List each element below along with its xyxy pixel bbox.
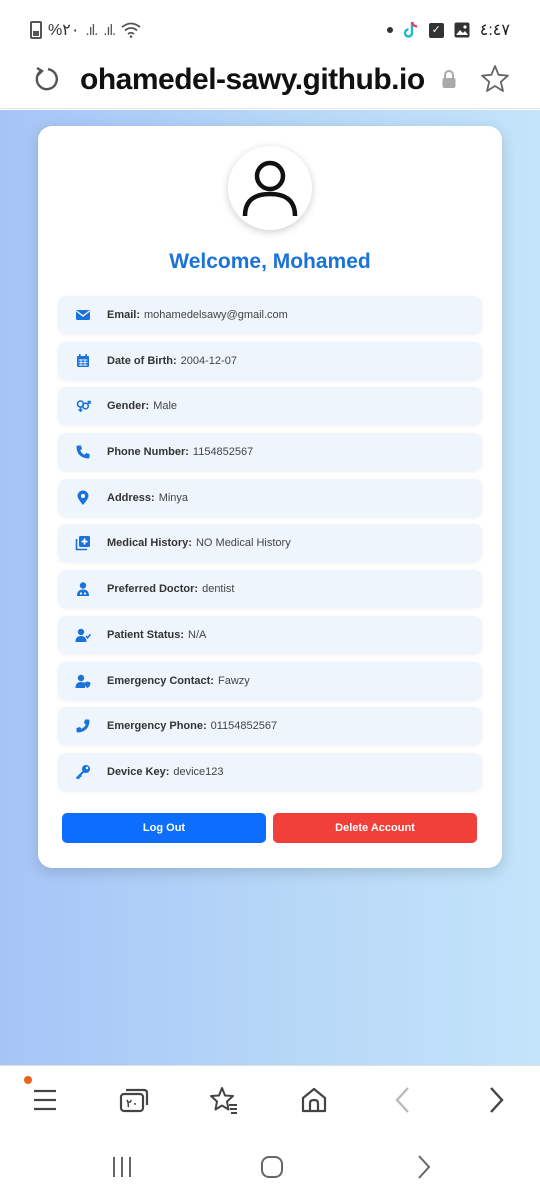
info-label: Date of Birth: — [107, 354, 177, 367]
menu-icon — [34, 1089, 56, 1111]
tiktok-icon — [403, 21, 417, 38]
info-label: Emergency Contact: — [107, 674, 214, 687]
signal-icon-2: .ıl. — [103, 21, 116, 39]
info-value: 01154852567 — [210, 720, 278, 733]
info-row-phone: Phone Number: 1154852567 — [58, 433, 482, 472]
info-label: Preferred Doctor: — [107, 583, 199, 596]
web-page: Welcome, Mohamed Email: mohamedelsawy@gm… — [0, 110, 540, 1065]
bookmark-star-icon[interactable] — [480, 64, 510, 94]
reload-icon[interactable] — [32, 65, 60, 93]
email-icon — [66, 307, 100, 323]
info-value: Male — [153, 400, 178, 413]
info-row-emergency-contact: Emergency Contact: Fawzy — [58, 661, 482, 700]
info-row-email: Email: mohamedelsawy@gmail.com — [58, 296, 482, 334]
info-value: Fawzy — [217, 674, 250, 687]
info-value: NO Medical History — [195, 537, 291, 550]
back-nav-button[interactable] — [410, 1153, 438, 1181]
lock-icon[interactable] — [440, 69, 458, 89]
logout-button[interactable]: Log Out — [62, 813, 266, 843]
tabs-icon: ٢٠ — [119, 1088, 149, 1113]
menu-notification-dot — [24, 1076, 32, 1084]
info-label: Device Key: — [107, 765, 170, 778]
info-row-gender: Gender: Male — [58, 387, 482, 426]
info-value: device123 — [173, 765, 224, 778]
info-label: Patient Status: — [107, 628, 185, 641]
url-field[interactable]: ohamedel-sawy.github.io — [80, 63, 425, 97]
status-left: %٢٠ .ıl. .ıl. — [30, 20, 141, 40]
browser-toolbar: ٢٠ — [0, 1065, 540, 1135]
doctor-icon — [66, 581, 100, 597]
chevron-right-icon — [490, 1087, 504, 1113]
info-label: Medical History: — [107, 537, 192, 550]
home-icon — [301, 1087, 327, 1113]
calendar-icon — [66, 353, 100, 369]
bookmarks-star-icon — [210, 1087, 237, 1114]
menu-button[interactable] — [29, 1084, 61, 1116]
info-list: Email: mohamedelsawy@gmail.com Date of B… — [58, 296, 482, 799]
avatar — [228, 146, 312, 230]
key-icon — [66, 764, 100, 780]
info-row-device-key: Device Key: device123 — [58, 752, 482, 791]
checkbox-notification-icon: ✓ — [428, 22, 444, 38]
chevron-left-icon — [395, 1087, 409, 1113]
back-button[interactable] — [387, 1084, 419, 1116]
info-row-preferred-doctor: Preferred Doctor: dentist — [58, 570, 482, 609]
bookmarks-button[interactable] — [208, 1084, 240, 1116]
phone-alt-icon — [66, 718, 100, 734]
clock: ٤:٤٧ — [479, 22, 510, 39]
info-row-medical-history: Medical History: NO Medical History — [58, 524, 482, 563]
signal-icon: .ıl. — [85, 21, 98, 39]
info-value: dentist — [202, 583, 235, 596]
info-value: mohamedelsawy@gmail.com — [144, 309, 288, 321]
user-shield-icon — [66, 673, 100, 689]
info-row-emergency-phone: Emergency Phone: 01154852567 — [58, 707, 482, 746]
location-icon — [66, 490, 100, 506]
status-right: ✓ ٤:٤٧ — [386, 20, 510, 40]
wifi-icon — [121, 22, 141, 38]
delete-account-button[interactable]: Delete Account — [273, 813, 477, 843]
info-label: Phone Number: — [107, 446, 189, 459]
recent-apps-icon — [113, 1157, 131, 1177]
battery-percent: %٢٠ — [48, 22, 80, 39]
gender-icon — [66, 398, 100, 414]
medical-history-icon — [66, 535, 100, 551]
info-value: N/A — [188, 628, 207, 641]
status-bar: %٢٠ .ıl. .ıl. ✓ ٤:٤٧ — [0, 0, 540, 60]
info-row-dob: Date of Birth: 2004-12-07 — [58, 341, 482, 380]
info-row-patient-status: Patient Status: N/A — [58, 615, 482, 654]
recent-apps-button[interactable] — [108, 1153, 136, 1181]
info-label: Emergency Phone: — [107, 720, 207, 733]
url-bar: ohamedel-sawy.github.io — [0, 55, 540, 109]
user-check-icon — [66, 627, 100, 643]
home-nav-button[interactable] — [258, 1153, 286, 1181]
home-button[interactable] — [298, 1084, 330, 1116]
info-value: Minya — [158, 491, 189, 504]
info-value: 1154852567 — [192, 446, 254, 459]
back-chevron-icon — [418, 1155, 431, 1179]
info-row-address: Address: Minya — [58, 478, 482, 517]
profile-card: Welcome, Mohamed Email: mohamedelsawy@gm… — [38, 126, 502, 868]
info-label: Address: — [107, 491, 155, 504]
forward-button[interactable] — [480, 1084, 512, 1116]
home-circle-icon — [261, 1156, 283, 1178]
image-notification-icon — [454, 22, 470, 38]
welcome-heading: Welcome, Mohamed — [169, 250, 371, 273]
info-label: Gender: — [107, 400, 150, 413]
phone-icon — [66, 444, 100, 460]
system-nav-bar — [0, 1135, 540, 1200]
tab-count: ٢٠ — [126, 1098, 138, 1110]
tabs-button[interactable]: ٢٠ — [118, 1084, 150, 1116]
battery-icon — [30, 21, 42, 39]
info-value: 2004-12-07 — [180, 354, 237, 367]
user-icon — [242, 160, 298, 217]
info-label: Email: — [107, 309, 141, 321]
notification-dot-icon — [386, 27, 393, 33]
